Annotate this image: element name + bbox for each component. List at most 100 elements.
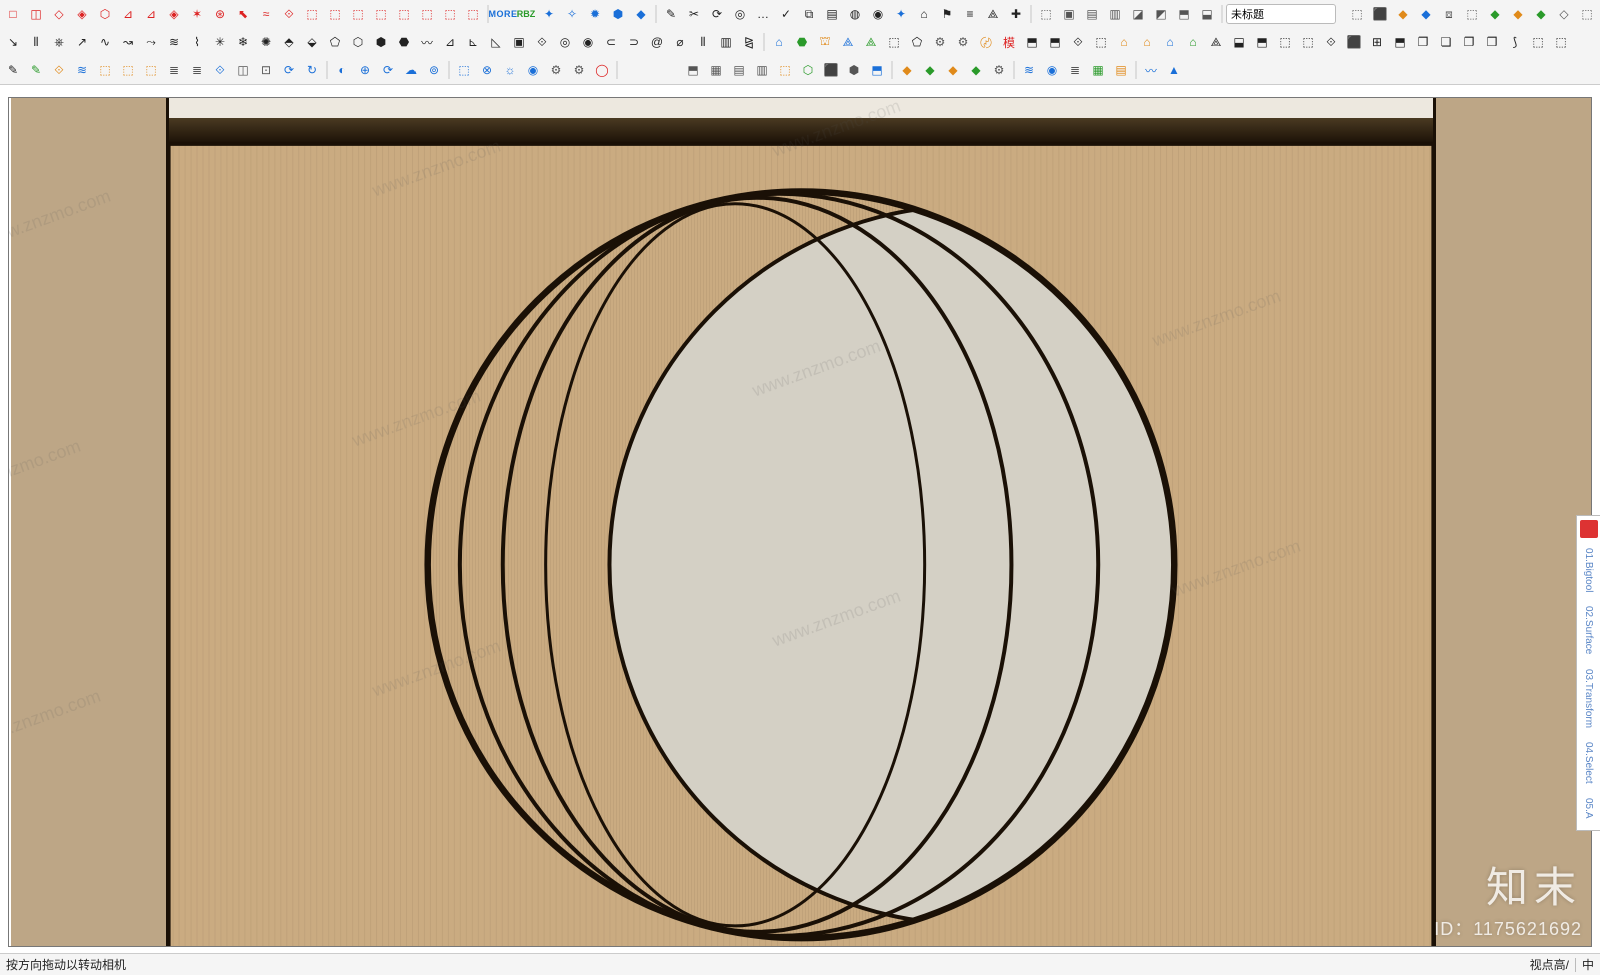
cube-icon[interactable]: ▤ (1081, 3, 1103, 25)
red-shape-icon[interactable]: □ (2, 3, 24, 25)
list-icon[interactable]: ≣ (163, 59, 185, 81)
plus-icon[interactable]: ✚ (1005, 3, 1027, 25)
curve-icon[interactable]: ↝ (117, 31, 139, 53)
copy-icon[interactable]: ⧉ (798, 3, 820, 25)
poly-icon[interactable]: ⬙ (301, 31, 323, 53)
curve-icon[interactable]: ∿ (94, 31, 116, 53)
dot-icon[interactable]: ◉ (577, 31, 599, 53)
grid-icon[interactable]: ▦ (705, 59, 727, 81)
arrow-icon[interactable]: ↘ (2, 31, 24, 53)
window-icon[interactable]: ❐ (1412, 31, 1434, 53)
red-shape-icon[interactable]: ≈ (255, 3, 277, 25)
bars-icon[interactable]: ▥ (715, 31, 737, 53)
pencil-icon[interactable]: ✎ (2, 59, 24, 81)
red-shape-icon[interactable]: ◈ (163, 3, 185, 25)
box-icon[interactable]: ⬚ (1274, 31, 1296, 53)
red-shape-icon[interactable]: ⬚ (347, 3, 369, 25)
tree-icon[interactable]: ⬣ (791, 31, 813, 53)
side-tab[interactable]: 02.Surface (1583, 602, 1594, 658)
star-icon[interactable]: ✺ (255, 31, 277, 53)
target-icon[interactable]: ⊚ (423, 59, 445, 81)
align-icon[interactable]: ≡ (959, 3, 981, 25)
red-shape-icon[interactable]: ⬚ (301, 3, 323, 25)
box-icon[interactable]: ⬚ (1576, 3, 1598, 25)
terrain-icon[interactable]: ⟁ (837, 31, 859, 53)
curve-icon[interactable]: ⤳ (140, 31, 162, 53)
gear-icon[interactable]: ⚙ (929, 31, 951, 53)
red-shape-icon[interactable]: ⬉ (232, 3, 254, 25)
red-shape-icon[interactable]: ⬚ (462, 3, 484, 25)
flag-icon[interactable]: ⚑ (936, 3, 958, 25)
circle-icon[interactable]: ◎ (554, 31, 576, 53)
record-icon[interactable]: ◉ (1041, 59, 1063, 81)
cube-icon[interactable]: ⬚ (140, 59, 162, 81)
grid-icon[interactable]: ⌇ (186, 31, 208, 53)
red-shape-icon[interactable]: ◈ (71, 3, 93, 25)
sun-icon[interactable]: ☼ (499, 59, 521, 81)
wave-icon[interactable]: ≋ (71, 59, 93, 81)
house-icon[interactable]: ⌂ (1182, 31, 1204, 53)
dot-icon[interactable]: ◯ (591, 59, 613, 81)
house-icon[interactable]: ⌂ (768, 31, 790, 53)
red-shape-icon[interactable]: ✶ (186, 3, 208, 25)
arrow-icon[interactable]: ↗ (71, 31, 93, 53)
cube-icon[interactable]: ▥ (1104, 3, 1126, 25)
viewport[interactable]: www.znzmo.com www.znzmo.com www.znzmo.co… (8, 97, 1592, 947)
panel-icon[interactable]: ⊡ (255, 59, 277, 81)
pipe-icon[interactable]: ⌀ (669, 31, 691, 53)
curve-icon[interactable]: ⟆ (1504, 31, 1526, 53)
red-shape-icon[interactable]: ⬚ (439, 3, 461, 25)
rbz-button[interactable]: RBZ (515, 3, 537, 25)
check-icon[interactable]: ⬚ (453, 59, 475, 81)
star-icon[interactable]: ❄ (232, 31, 254, 53)
poly-icon[interactable]: ⬣ (393, 31, 415, 53)
frame-icon[interactable]: ⬒ (1021, 31, 1043, 53)
poly-icon[interactable]: ⬘ (278, 31, 300, 53)
refresh-icon[interactable]: ⟳ (377, 59, 399, 81)
wave-icon[interactable]: ≋ (163, 31, 185, 53)
shape-icon[interactable]: ⟐ (48, 59, 70, 81)
star-icon[interactable]: ✧ (561, 3, 583, 25)
list-icon[interactable]: ≣ (186, 59, 208, 81)
record-icon[interactable]: ◉ (522, 59, 544, 81)
star-icon[interactable]: ✹ (584, 3, 606, 25)
cube-icon[interactable]: ⬚ (117, 59, 139, 81)
house-icon[interactable]: ⌂ (1136, 31, 1158, 53)
spiral-icon[interactable]: @ (646, 31, 668, 53)
cube-icon[interactable]: ⬚ (94, 59, 116, 81)
arc-icon[interactable]: ⊃ (623, 31, 645, 53)
window-icon[interactable]: ❏ (1435, 31, 1457, 53)
box-icon[interactable]: ⬓ (1228, 31, 1250, 53)
grid-icon[interactable]: ▤ (1110, 59, 1132, 81)
cube-icon[interactable]: ▣ (1058, 3, 1080, 25)
cube-icon[interactable]: ◆ (919, 59, 941, 81)
view-icon[interactable]: ⬒ (682, 59, 704, 81)
red-shape-icon[interactable]: ◫ (25, 3, 47, 25)
box-icon[interactable]: ◆ (1507, 3, 1529, 25)
swirl-icon[interactable]: 〄 (975, 31, 997, 53)
red-shape-icon[interactable]: ⬚ (370, 3, 392, 25)
wave-icon[interactable]: 〰 (416, 31, 438, 53)
pencil-icon[interactable]: ✎ (660, 3, 682, 25)
title-input[interactable] (1226, 4, 1336, 24)
box-icon[interactable]: ⬚ (1527, 31, 1549, 53)
red-shape-icon[interactable]: ⬚ (393, 3, 415, 25)
window-icon[interactable]: ❐ (1458, 31, 1480, 53)
sketchup-icon[interactable] (1580, 520, 1598, 538)
panel-icon[interactable]: ◫ (232, 59, 254, 81)
box-icon[interactable]: ⊞ (1366, 31, 1388, 53)
model-icon[interactable]: ⬚ (883, 31, 905, 53)
box-icon[interactable]: ◆ (1415, 3, 1437, 25)
red-shape-icon[interactable]: ⊛ (209, 3, 231, 25)
box-icon[interactable]: ⬚ (1461, 3, 1483, 25)
node-icon[interactable]: ⎈ (48, 31, 70, 53)
poly-icon[interactable]: ⬡ (347, 31, 369, 53)
hex-icon[interactable]: ⬡ (797, 59, 819, 81)
box-icon[interactable]: ⬚ (1346, 3, 1368, 25)
cube-icon[interactable]: ◆ (942, 59, 964, 81)
stop-icon[interactable]: ⊗ (476, 59, 498, 81)
tri-icon[interactable]: ⟁ (1205, 31, 1227, 53)
frame-icon[interactable]: ⬚ (774, 59, 796, 81)
star-icon[interactable]: ✳ (209, 31, 231, 53)
select-icon[interactable]: ⟐ (209, 59, 231, 81)
